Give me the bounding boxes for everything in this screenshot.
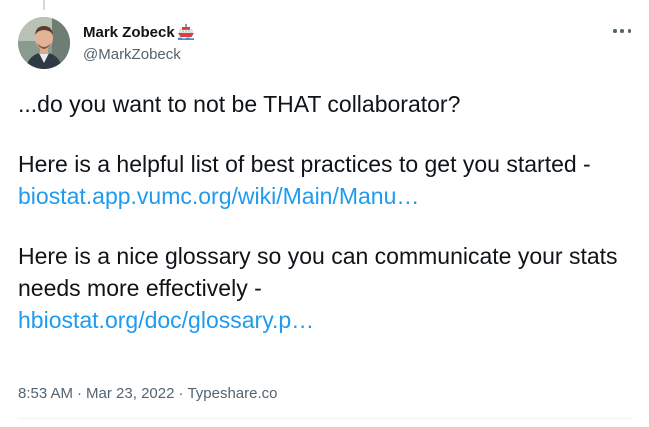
author-names: Mark Zobeck @MarkZobeck <box>83 23 195 63</box>
tweet-paragraph-3-text: Here is a nice glossary so you can commu… <box>18 243 618 301</box>
more-dot <box>613 29 617 33</box>
author-name[interactable]: Mark Zobeck <box>83 24 175 41</box>
more-dot <box>627 29 631 33</box>
tweet-date[interactable]: Mar 23, 2022 <box>86 385 174 402</box>
tweet-paragraph-1: ...do you want to not be THAT collaborat… <box>18 91 461 117</box>
tweet-header: Mark Zobeck @MarkZobeck <box>18 17 195 69</box>
tweet-card: Mark Zobeck @MarkZobeck ...do you want t… <box>0 0 649 427</box>
tweet-paragraph-2: Here is a helpful list of best practices… <box>18 148 630 212</box>
meta-separator: · <box>178 385 184 402</box>
ship-icon <box>177 23 195 41</box>
avatar-photo <box>18 17 70 69</box>
author-handle[interactable]: @MarkZobeck <box>83 46 195 63</box>
best-practices-link[interactable]: biostat.app.vumc.org/wiki/Main/Manu… <box>18 183 419 209</box>
meta-separator: · <box>77 385 83 402</box>
divider <box>18 418 631 419</box>
tweet-paragraph-3: Here is a nice glossary so you can commu… <box>18 240 630 336</box>
tweet-paragraph-2-text: Here is a helpful list of best practices… <box>18 151 591 177</box>
tweet-meta: 8:53 AM · Mar 23, 2022 · Typeshare.co <box>18 385 278 402</box>
tweet-time[interactable]: 8:53 AM <box>18 385 73 402</box>
author-name-row[interactable]: Mark Zobeck <box>83 23 195 41</box>
tweet-text: ...do you want to not be THAT collaborat… <box>18 88 630 336</box>
thread-connector-line <box>43 0 45 10</box>
more-dot <box>620 29 624 33</box>
tweet-source[interactable]: Typeshare.co <box>187 385 277 402</box>
more-horizontal-icon[interactable] <box>613 22 631 40</box>
avatar[interactable] <box>18 17 70 69</box>
glossary-link[interactable]: hbiostat.org/doc/glossary.p… <box>18 307 314 333</box>
